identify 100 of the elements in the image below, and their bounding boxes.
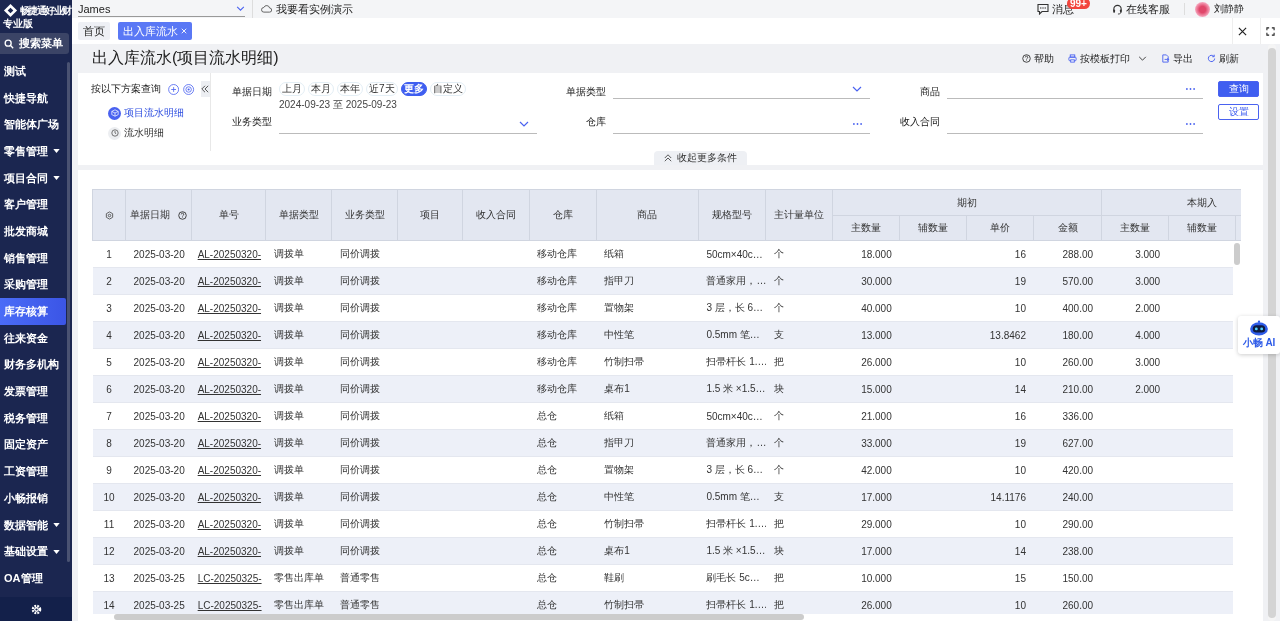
document-link[interactable]: AL-20250320- <box>197 518 262 530</box>
date-preset[interactable]: 本月 <box>308 82 334 96</box>
table-cell: 10.000 <box>861 572 892 584</box>
field-label: 仓库 <box>585 115 607 129</box>
chevron-down-icon <box>852 85 862 92</box>
sidebar-item[interactable]: 发票管理 <box>0 378 66 405</box>
double-chevron-up-icon <box>664 154 672 162</box>
help-icon[interactable] <box>178 210 188 220</box>
document-link[interactable]: AL-20250320- <box>197 275 262 287</box>
target-icon[interactable] <box>183 82 195 96</box>
toolbar-button[interactable]: 导出 <box>1161 51 1193 66</box>
document-link[interactable]: AL-20250320- <box>197 545 262 557</box>
table-cell: 17.000 <box>861 491 892 503</box>
sidebar-item[interactable]: 税务管理 <box>0 404 66 432</box>
sidebar-item[interactable]: OA管理 <box>0 565 66 592</box>
sidebar-item[interactable]: 工资管理 <box>0 458 66 485</box>
account-select[interactable]: James <box>78 1 245 17</box>
table-cell: 2025-03-20 <box>133 383 185 395</box>
sidebar-item[interactable]: 财务多机构 <box>0 351 66 379</box>
table-cell: 210.00 <box>1062 383 1094 395</box>
table-cell: 指甲刀 <box>604 437 635 448</box>
document-link[interactable]: AL-20250320- <box>197 248 262 260</box>
document-link[interactable]: LC-20250325- <box>197 572 262 584</box>
table-cell: 13 <box>103 572 115 584</box>
table-cell: 同价调拨 <box>339 383 380 394</box>
table-cell: 总仓 <box>537 437 558 448</box>
date-preset[interactable]: 上月 <box>279 82 305 96</box>
demo-link[interactable]: 我要看实例演示 <box>276 1 353 17</box>
table-cell: 竹制扫帚 <box>604 599 645 610</box>
table-cell: 26.000 <box>861 599 892 611</box>
ai-assistant-button[interactable]: 小畅 AI <box>1238 316 1280 354</box>
table-cell: 238.00 <box>1062 545 1094 557</box>
table-cell: 调拨单 <box>273 248 304 259</box>
query-button[interactable]: 查询 <box>1218 81 1259 97</box>
table-cell: 总仓 <box>537 410 558 421</box>
document-link[interactable]: AL-20250320- <box>197 491 262 503</box>
document-link[interactable]: AL-20250320- <box>197 329 262 341</box>
table-cell: 同价调拨 <box>339 464 380 475</box>
date-preset[interactable]: 本年 <box>337 82 363 96</box>
sidebar-item[interactable]: 快捷导航 <box>0 84 66 112</box>
sidebar-item[interactable]: 项目合同 <box>0 164 66 192</box>
user-name[interactable]: 刘静静 <box>1214 2 1244 16</box>
table-cell: 4.000 <box>1135 329 1161 341</box>
date-preset[interactable]: 更多 <box>400 82 427 96</box>
search-menu-button[interactable]: 搜索菜单 <box>0 33 69 54</box>
scrollbar-thumb[interactable] <box>1234 243 1240 265</box>
table-cell: 调拨单 <box>273 410 304 421</box>
toolbar-button[interactable]: 按模板打印 <box>1068 51 1147 66</box>
sidebar-item[interactable]: 数据智能 <box>0 511 66 539</box>
chevron-down-icon[interactable] <box>1138 56 1147 61</box>
document-link[interactable]: AL-20250320- <box>197 410 262 422</box>
scrollbar-thumb[interactable] <box>114 614 804 620</box>
collapse-conditions-button[interactable]: 收起更多条件 <box>654 151 747 165</box>
date-preset[interactable]: 自定义 <box>429 82 466 96</box>
column-header: 项目 <box>397 189 463 241</box>
table-cell: 10 <box>1014 464 1026 476</box>
table-cell: 调拨单 <box>273 383 304 394</box>
table-cell: 同价调拨 <box>339 356 380 367</box>
sidebar-item[interactable]: 小畅报销 <box>0 485 66 512</box>
document-link[interactable]: AL-20250320- <box>197 437 262 449</box>
scheme-item[interactable]: 项目流水明细 <box>124 106 184 120</box>
table-cell: 调拨单 <box>273 464 304 475</box>
document-link[interactable]: AL-20250320- <box>197 356 262 368</box>
sidebar-item[interactable]: 批发商城 <box>0 218 66 245</box>
collapse-button[interactable] <box>200 81 210 97</box>
table-cell: 2025-03-20 <box>133 356 185 368</box>
table-cell: 2025-03-20 <box>133 491 185 503</box>
scheme-item[interactable]: 流水明细 <box>124 126 164 140</box>
sidebar-item[interactable]: 智能体广场 <box>0 111 66 139</box>
avatar[interactable] <box>1195 1 1210 17</box>
page-tab[interactable]: 首页 <box>78 22 110 40</box>
sidebar-item[interactable]: 采购管理 <box>0 271 66 299</box>
table-cell: 33.000 <box>861 437 892 449</box>
sidebar-item[interactable]: 基础设置 <box>0 538 66 566</box>
sidebar-item[interactable]: 测试 <box>0 58 66 85</box>
toolbar-button[interactable]: 刷新 <box>1207 51 1239 66</box>
page-tab[interactable]: 出入库流水 <box>118 22 192 40</box>
sidebar-item[interactable]: 库存核算 <box>0 298 66 325</box>
document-link[interactable]: AL-20250320- <box>197 464 262 476</box>
settings-button[interactable]: 设置 <box>1218 104 1259 120</box>
table-cell: 14 <box>103 599 115 611</box>
sidebar-item[interactable]: 客户管理 <box>0 191 66 219</box>
sidebar-item[interactable]: 往来资金 <box>0 324 66 352</box>
column-header: 收入合同 <box>462 189 530 241</box>
support-link[interactable]: 在线客服 <box>1126 1 1170 17</box>
table-cell: 纸箱 <box>604 248 625 259</box>
table-cell: 260.00 <box>1062 599 1094 611</box>
chat-icon[interactable] <box>1037 3 1049 15</box>
table-cell: 扫帚杆长 1.… <box>706 599 766 610</box>
document-link[interactable]: AL-20250320- <box>197 302 262 314</box>
close-icon[interactable] <box>181 28 187 34</box>
sidebar-item[interactable]: 零售管理 <box>0 138 66 165</box>
toolbar-button[interactable]: 帮助 <box>1022 51 1054 66</box>
date-preset[interactable]: 近7天 <box>366 82 398 96</box>
table-cell: 42.000 <box>861 464 892 476</box>
sidebar-item[interactable]: 固定资产 <box>0 431 66 459</box>
document-link[interactable]: AL-20250320- <box>197 383 262 395</box>
add-icon[interactable] <box>168 82 180 96</box>
sidebar-item[interactable]: 销售管理 <box>0 244 66 272</box>
document-link[interactable]: LC-20250325- <box>197 599 262 611</box>
